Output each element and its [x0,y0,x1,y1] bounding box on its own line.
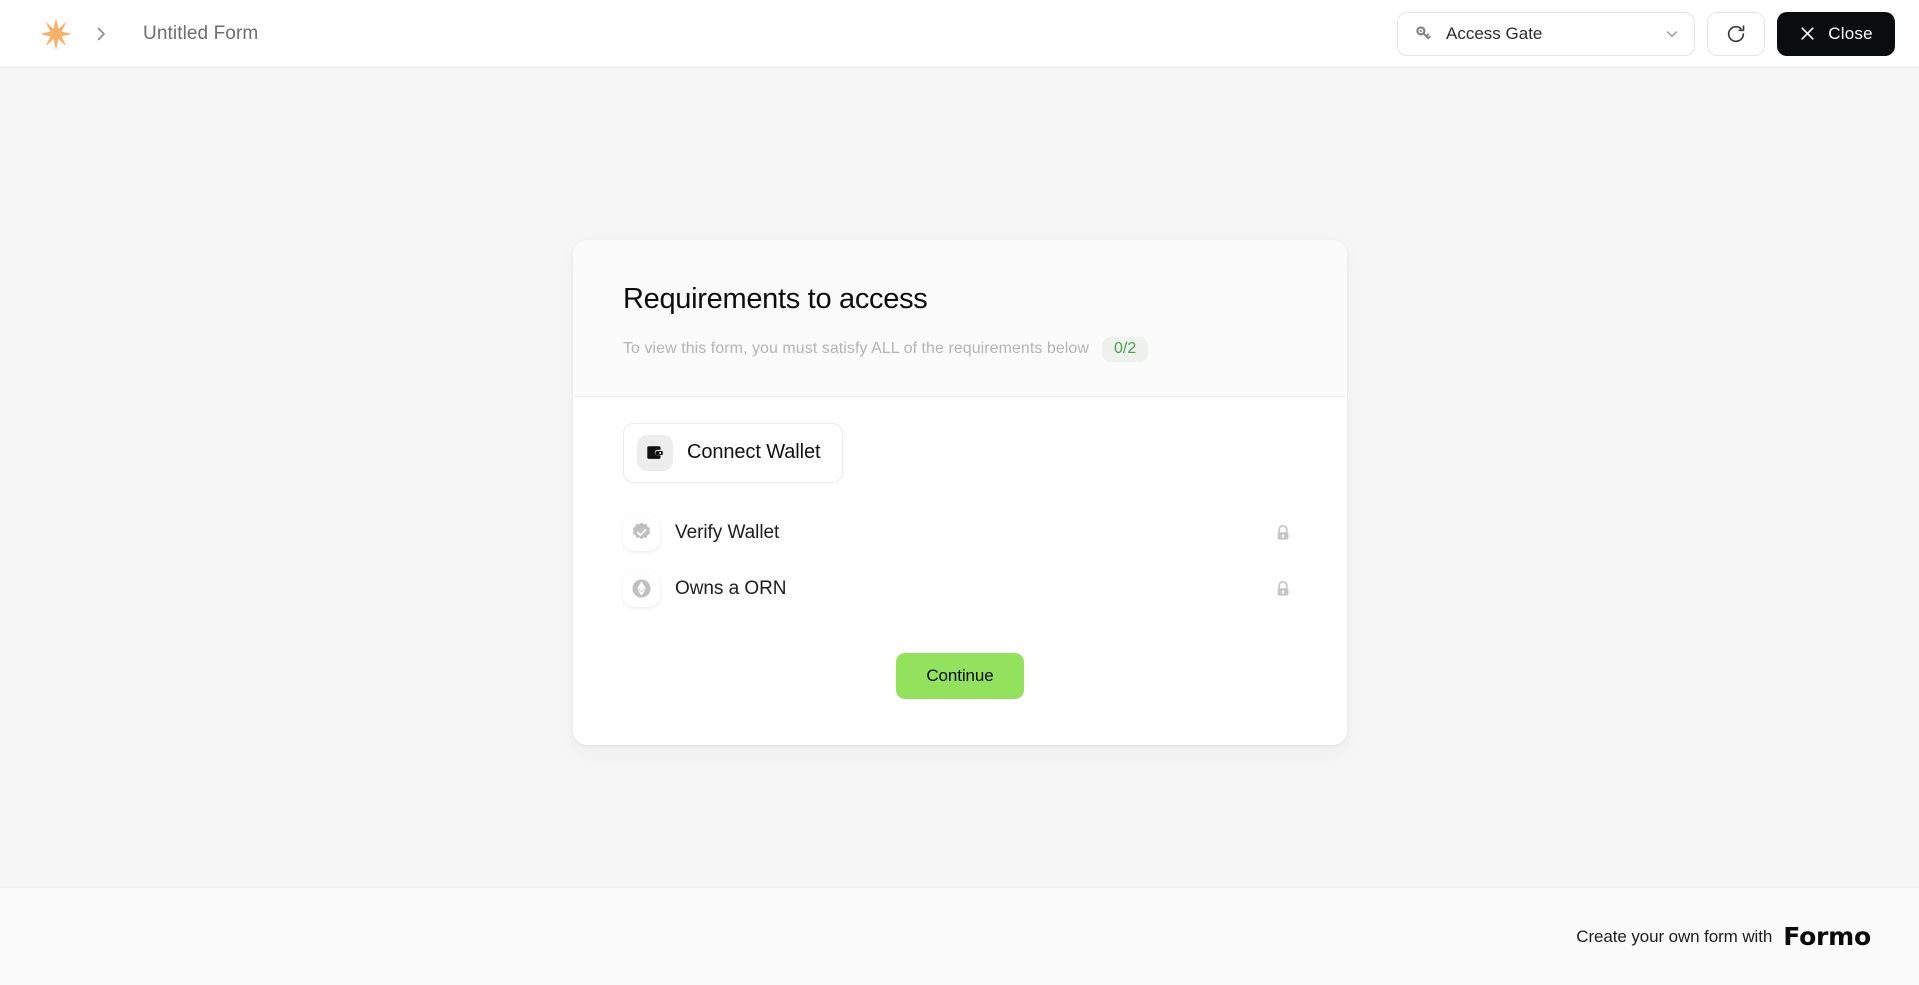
refresh-icon [1725,23,1747,45]
continue-button-wrap: Continue [623,652,1297,699]
page-title: Untitled Form [143,22,259,44]
star-sparkle-icon[interactable] [34,12,78,56]
breadcrumb: Untitled Form [34,12,258,56]
requirement-label: Verify Wallet [675,521,780,543]
requirement-row[interactable]: Owns a ORN [623,561,1297,617]
chevron-down-icon [1664,26,1680,42]
refresh-button[interactable] [1707,11,1765,56]
chevron-right-icon [78,26,124,42]
ethereum-icon [623,570,660,608]
requirements-count-badge: 0/2 [1101,336,1149,362]
close-x-icon [1799,25,1816,42]
verified-badge-icon [623,514,660,552]
formo-logo[interactable]: Formo [1783,922,1871,951]
requirement-row[interactable]: Verify Wallet [623,505,1297,561]
card-header: Requirements to access To view this form… [573,240,1347,397]
main-stage: Requirements to access To view this form… [0,68,1919,887]
connect-wallet-label: Connect Wallet [687,441,821,464]
card-body: Connect Wallet Verify Wallet Owns a ORN … [573,396,1347,745]
wallet-icon [637,434,673,471]
lock-icon [1273,523,1293,543]
card-subtitle-row: To view this form, you must satisfy ALL … [623,336,1297,362]
footer: Create your own form with Formo [0,887,1919,985]
top-bar: Untitled Form Access Gate Close [0,0,1919,68]
card-subtitle: To view this form, you must satisfy ALL … [623,340,1089,358]
lock-icon [1273,579,1293,599]
close-button[interactable]: Close [1777,11,1895,56]
requirements-list: Verify Wallet Owns a ORN [623,505,1297,617]
requirement-label: Owns a ORN [675,577,787,599]
requirements-card: Requirements to access To view this form… [573,240,1347,745]
access-gate-value: Access Gate [1446,23,1543,43]
key-icon [1414,24,1434,44]
top-bar-actions: Access Gate Close [1397,11,1895,56]
close-button-label: Close [1828,23,1873,43]
connect-wallet-button[interactable]: Connect Wallet [623,422,844,483]
card-title: Requirements to access [623,283,928,315]
continue-button[interactable]: Continue [896,652,1024,699]
footer-text: Create your own form with [1576,926,1773,946]
access-gate-select[interactable]: Access Gate [1397,11,1695,56]
app-root: Untitled Form Access Gate Close Requirem… [0,0,1919,985]
